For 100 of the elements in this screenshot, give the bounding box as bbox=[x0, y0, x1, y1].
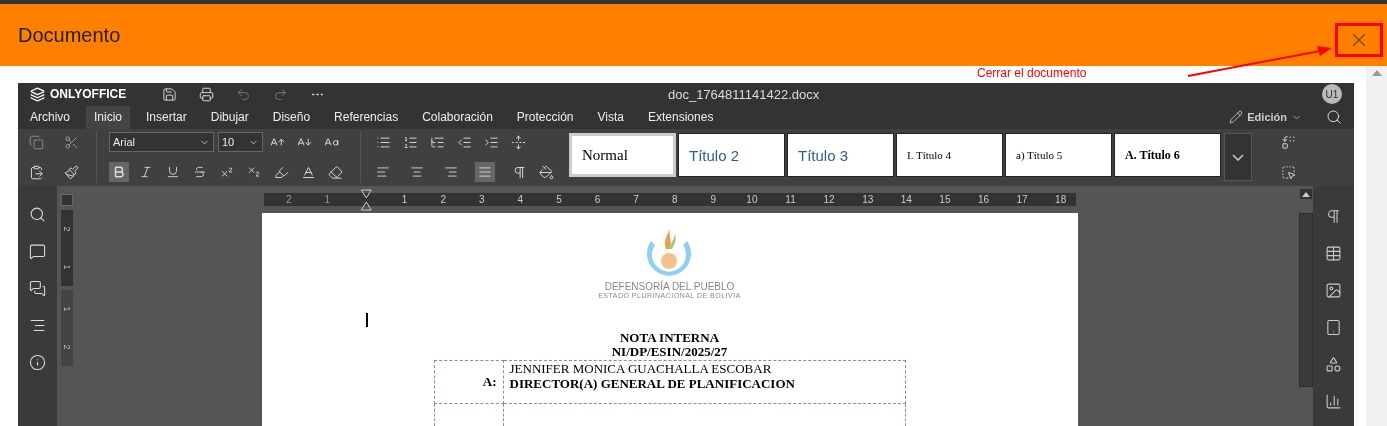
file-name: doc_1764811141422.docx bbox=[666, 86, 821, 102]
user-avatar[interactable]: U1 bbox=[1322, 84, 1342, 105]
font-color-icon[interactable] bbox=[300, 164, 316, 180]
ruler-number: 9 bbox=[709, 194, 718, 205]
menu-tab[interactable]: Inicio bbox=[86, 105, 131, 129]
info-icon[interactable] bbox=[29, 354, 46, 371]
search-icon[interactable] bbox=[1326, 109, 1342, 126]
page-icon[interactable] bbox=[1325, 319, 1342, 336]
justify-icon bbox=[478, 165, 492, 180]
menu-tab[interactable]: Colaboración bbox=[414, 105, 501, 129]
bold-button[interactable] bbox=[109, 162, 129, 183]
more-styles-button[interactable] bbox=[1224, 133, 1252, 182]
table-icon[interactable] bbox=[1325, 245, 1342, 262]
up-arrow-icon bbox=[1301, 191, 1310, 197]
ruler-number: 4 bbox=[516, 194, 525, 205]
cut-icon[interactable] bbox=[63, 134, 79, 150]
print-icon[interactable] bbox=[199, 86, 215, 102]
table-cell: A: bbox=[434, 360, 503, 404]
clear-format-icon[interactable] bbox=[327, 164, 343, 180]
scroll-up-button[interactable] bbox=[1299, 189, 1312, 199]
justify-button[interactable] bbox=[475, 162, 495, 183]
ruler-number: 1 bbox=[400, 194, 409, 205]
save-icon[interactable] bbox=[162, 86, 178, 102]
pilcrow-icon[interactable] bbox=[511, 164, 527, 180]
ruler-number: 10 bbox=[745, 194, 759, 205]
logo-text: DEFENSORÍA DEL PUEBLO bbox=[604, 281, 735, 292]
align-left-icon bbox=[376, 165, 390, 180]
style-preset[interactable]: Título 3 bbox=[787, 133, 894, 178]
chevron-down-icon bbox=[1232, 153, 1244, 161]
ruler-number: 13 bbox=[861, 194, 875, 205]
ruler-number: 7 bbox=[632, 194, 640, 205]
ruler-number: 16 bbox=[976, 194, 991, 205]
ruler-number: 6 bbox=[593, 194, 602, 205]
document-heading: NOTA INTERNA bbox=[619, 331, 720, 345]
ruler-number: 2 bbox=[61, 226, 73, 232]
paragraph-icon[interactable] bbox=[1325, 208, 1342, 225]
scrollbar-thumb[interactable] bbox=[1298, 213, 1313, 387]
ruler-number: 18 bbox=[1054, 194, 1068, 205]
ruler-number: 2 bbox=[61, 344, 73, 350]
align-center-icon bbox=[410, 165, 424, 180]
menu-tab[interactable]: Protección bbox=[508, 105, 582, 129]
style-preset[interactable]: Normal bbox=[569, 133, 676, 178]
font-name-field[interactable]: Arial bbox=[109, 132, 214, 153]
bullets-icon[interactable] bbox=[375, 134, 391, 150]
brand-logo: ONLYOFFICE bbox=[30, 86, 127, 102]
pencil-icon bbox=[1229, 110, 1244, 125]
style-preset[interactable]: A. Título 6 bbox=[1114, 133, 1221, 178]
decrease-indent-icon[interactable] bbox=[456, 134, 472, 150]
multilevel-list-icon[interactable] bbox=[429, 134, 445, 150]
menu-tab[interactable]: Archivo bbox=[22, 105, 78, 129]
numbering-icon[interactable] bbox=[402, 134, 418, 150]
redo-icon[interactable] bbox=[273, 86, 289, 102]
highlight-icon[interactable] bbox=[273, 164, 289, 180]
image-icon[interactable] bbox=[1325, 282, 1342, 299]
chat-icon[interactable] bbox=[29, 280, 46, 297]
ruler-number: 2 bbox=[439, 194, 447, 205]
align-right-icon bbox=[444, 165, 458, 180]
search-icon[interactable] bbox=[29, 206, 46, 223]
chart-icon[interactable] bbox=[1325, 393, 1342, 410]
document-number: NI/DP/ESIN/2025/27 bbox=[611, 345, 728, 359]
font-size-field[interactable]: 10 bbox=[218, 132, 263, 153]
ruler-number: 5 bbox=[555, 194, 563, 205]
style-preset[interactable]: Título 2 bbox=[678, 133, 785, 178]
ruler-number: 14 bbox=[899, 194, 913, 205]
bold-icon bbox=[112, 165, 126, 180]
style-preset[interactable]: I. Título 4 bbox=[896, 133, 1003, 178]
shading-icon[interactable] bbox=[538, 164, 554, 180]
navigation-icon[interactable] bbox=[29, 317, 46, 334]
format-painter-icon[interactable] bbox=[63, 164, 79, 180]
ruler-number: 1 bbox=[61, 306, 73, 312]
text-cursor bbox=[365, 313, 368, 327]
menu-tab[interactable]: Diseño bbox=[264, 105, 319, 129]
page-scrollbar[interactable] bbox=[1366, 66, 1387, 426]
select-icon[interactable] bbox=[1280, 164, 1296, 180]
menu-tab[interactable]: Extensiones bbox=[640, 105, 722, 129]
mode-button[interactable]: Edición bbox=[1223, 105, 1308, 129]
underline-icon bbox=[166, 165, 180, 180]
annotation-text: Cerrar el documento bbox=[976, 66, 1088, 82]
window-title: Documento bbox=[18, 23, 121, 47]
menu-tab[interactable]: Insertar bbox=[138, 105, 195, 129]
menu-tab[interactable]: Dibujar bbox=[202, 105, 257, 129]
ruler-number: 11 bbox=[784, 194, 797, 205]
paste-icon[interactable] bbox=[28, 164, 44, 180]
italic-icon bbox=[139, 165, 153, 180]
shapes-icon[interactable] bbox=[1325, 356, 1342, 373]
ruler-number: 15 bbox=[938, 194, 952, 205]
ruler-number: 17 bbox=[1015, 194, 1029, 205]
increase-indent-icon[interactable] bbox=[483, 134, 499, 150]
ruler-number: 2 bbox=[285, 194, 293, 205]
ruler-number: 3 bbox=[478, 194, 486, 205]
menu-tab[interactable]: Vista bbox=[589, 105, 632, 129]
comment-icon[interactable] bbox=[29, 243, 46, 260]
menu-tab[interactable]: Referencias bbox=[326, 105, 407, 129]
replace-icon[interactable] bbox=[1280, 134, 1296, 150]
undo-icon[interactable] bbox=[236, 86, 252, 102]
strikethrough-icon bbox=[193, 165, 207, 180]
ruler-number: 12 bbox=[822, 194, 836, 205]
line-spacing-icon[interactable] bbox=[510, 134, 526, 150]
ruler-number: 1 bbox=[61, 264, 73, 270]
style-preset[interactable]: a) Título 5 bbox=[1005, 133, 1112, 178]
